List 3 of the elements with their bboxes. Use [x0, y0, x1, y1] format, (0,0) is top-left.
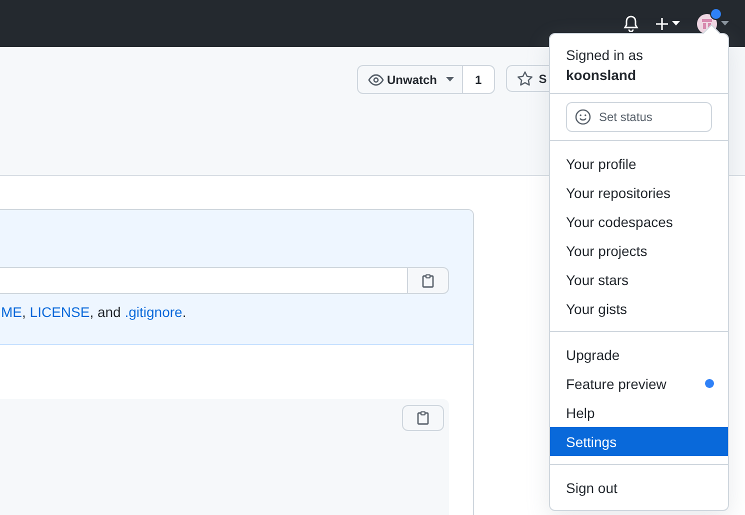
username: koonsland	[566, 66, 638, 85]
signed-in-label: Signed in as	[566, 47, 644, 63]
setup-hint: ME, LICENSE, and .gitignore.	[0, 304, 188, 320]
